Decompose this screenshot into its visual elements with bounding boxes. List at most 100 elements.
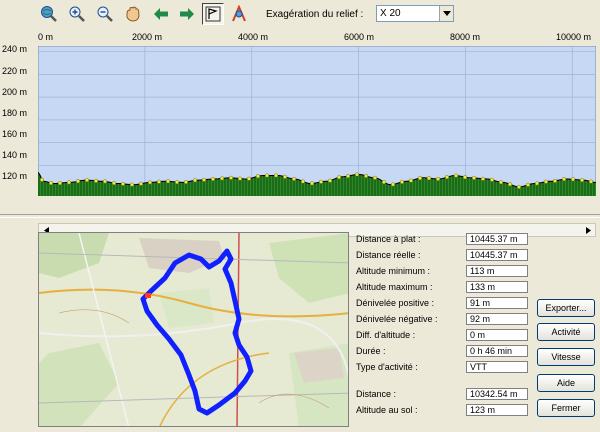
profile-point: [183, 179, 188, 184]
profile-point: [94, 178, 99, 183]
stat-value: VTT: [466, 361, 528, 373]
scroll-right-icon[interactable]: [581, 224, 595, 236]
profile-point: [246, 176, 251, 181]
profile-point: [120, 181, 125, 186]
stat-label: Diff. d'altitude :: [356, 330, 416, 340]
zoom-in-icon[interactable]: [66, 3, 88, 25]
stat-label: Distance :: [356, 389, 397, 399]
profile-point: [418, 176, 423, 181]
profile-point: [526, 182, 531, 187]
pane-splitter[interactable]: [0, 214, 600, 218]
map-view[interactable]: [38, 232, 349, 427]
profile-point: [481, 176, 486, 181]
help-button[interactable]: Aide: [537, 374, 595, 392]
flag-profile-icon[interactable]: [202, 3, 224, 25]
profile-point: [427, 176, 432, 181]
relief-label: Exagération du relief :: [266, 9, 364, 20]
profile-point: [373, 175, 378, 180]
profile-point: [228, 175, 233, 180]
profile-point: [346, 174, 351, 179]
profile-point: [102, 179, 107, 184]
toolbar: Exagération du relief : X 20: [0, 0, 600, 28]
profile-point: [562, 177, 567, 182]
stat-label: Dénivelée négative :: [356, 314, 438, 324]
stat-value: 0 h 46 min: [466, 345, 528, 357]
profile-point: [400, 179, 405, 184]
stat-value: 0 m: [466, 329, 528, 341]
y-tick-label: 120 m: [2, 171, 28, 181]
profile-point: [490, 177, 495, 182]
profile-point: [364, 173, 369, 178]
profile-point: [138, 181, 143, 186]
stat-value: 10342.54 m: [466, 388, 528, 400]
profile-point: [85, 178, 90, 183]
stat-value: 92 m: [466, 313, 528, 325]
profile-point: [499, 180, 504, 185]
profile-point: [463, 175, 468, 180]
zoom-out-icon[interactable]: [94, 3, 116, 25]
profile-point: [508, 182, 513, 187]
stat-label: Durée :: [356, 346, 386, 356]
export-button[interactable]: Exporter...: [537, 299, 595, 317]
activity-button[interactable]: Activité: [537, 323, 595, 341]
relief-select[interactable]: X 20: [376, 5, 454, 22]
y-tick-label: 240 m: [2, 44, 28, 54]
y-tick-label: 160 m: [2, 129, 28, 139]
stat-value: 113 m: [466, 265, 528, 277]
chevron-down-icon[interactable]: [439, 6, 453, 21]
hand-pan-icon[interactable]: [122, 3, 144, 25]
profile-point: [165, 179, 170, 184]
stat-value: 91 m: [466, 297, 528, 309]
x-tick-label: 10000 m: [556, 32, 592, 42]
profile-point: [156, 179, 161, 184]
profile-point: [67, 180, 72, 185]
profile-point: [328, 178, 333, 183]
profile-point: [40, 177, 44, 182]
stat-label: Altitude au sol :: [356, 405, 418, 415]
y-tick-label: 200 m: [2, 87, 28, 97]
profile-point: [111, 181, 116, 186]
stat-value: 10445.37 m: [466, 233, 528, 245]
stat-label: Altitude minimum :: [356, 266, 431, 276]
zoom-globe-icon[interactable]: [38, 3, 60, 25]
profile-point: [219, 176, 224, 181]
profile-point: [517, 184, 522, 189]
stat-value: 133 m: [466, 281, 528, 293]
profile-point: [210, 176, 215, 181]
x-tick-label: 8000 m: [450, 32, 481, 42]
profile-point: [580, 178, 585, 183]
close-button[interactable]: Fermer: [537, 399, 595, 417]
profile-point: [454, 173, 459, 178]
topographic-map: [39, 233, 348, 426]
y-tick-label: 140 m: [2, 150, 28, 160]
profile-point: [129, 182, 134, 187]
profile-point: [571, 177, 576, 182]
profile-point: [192, 178, 197, 183]
profile-point: [382, 180, 387, 185]
arrow-right-icon[interactable]: [176, 3, 198, 25]
profile-chart[interactable]: [38, 46, 596, 196]
x-tick-label: 6000 m: [344, 32, 375, 42]
stat-label: Type d'activité :: [356, 362, 418, 372]
profile-point: [337, 175, 342, 180]
measure-icon[interactable]: [228, 3, 250, 25]
profile-point: [391, 182, 396, 187]
profile-point: [472, 175, 477, 180]
stat-label: Distance à plat :: [356, 234, 421, 244]
profile-point: [445, 175, 450, 180]
profile-point: [58, 181, 63, 186]
profile-point: [409, 178, 414, 183]
profile-point: [291, 176, 296, 181]
relief-select-value: X 20: [380, 8, 401, 19]
speed-button[interactable]: Vitesse: [537, 348, 595, 366]
y-tick-label: 220 m: [2, 66, 28, 76]
arrow-left-icon[interactable]: [150, 3, 172, 25]
stat-label: Dénivelée positive :: [356, 298, 435, 308]
stat-label: Distance réelle :: [356, 250, 421, 260]
profile-point: [355, 172, 360, 177]
stat-value: 123 m: [466, 404, 528, 416]
x-tick-label: 4000 m: [238, 32, 269, 42]
profile-point: [147, 180, 152, 185]
profile-point: [319, 179, 324, 184]
position-marker: [145, 293, 151, 298]
